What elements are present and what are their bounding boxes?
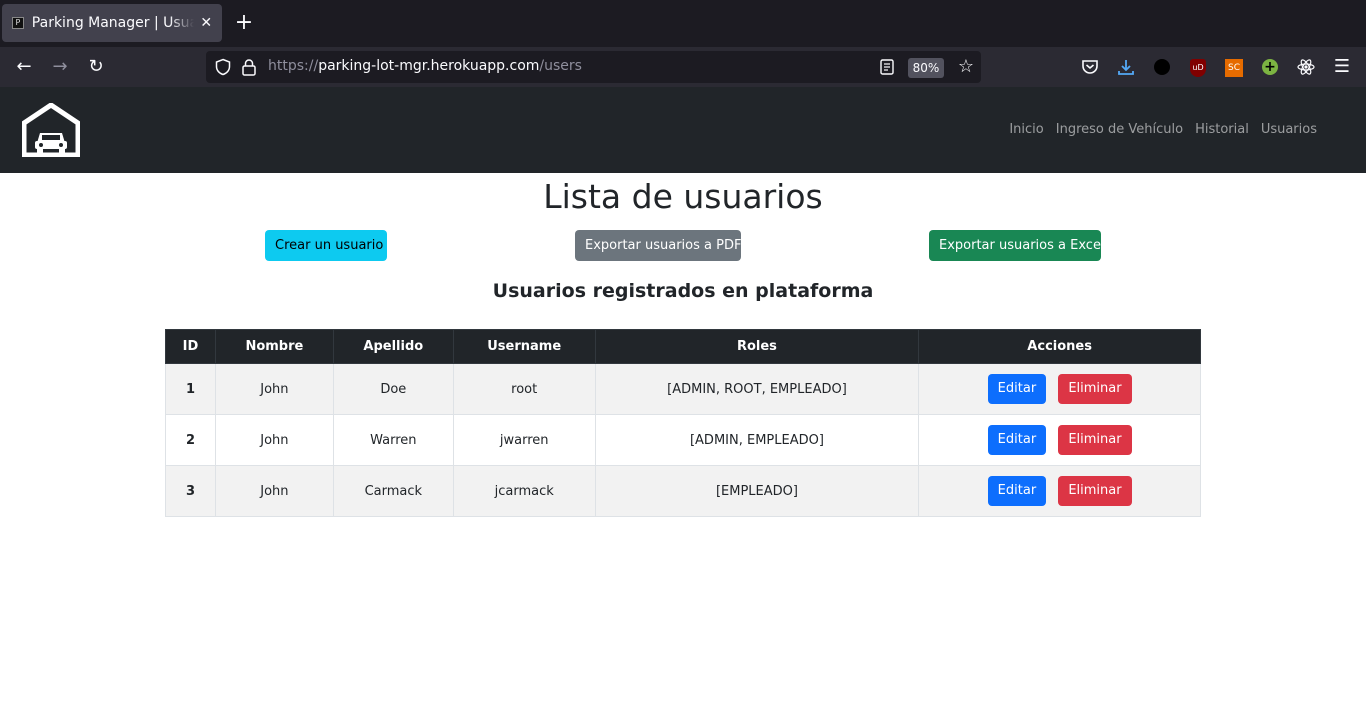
nav-link-ingreso-vehiculo[interactable]: Ingreso de Vehículo: [1052, 122, 1187, 137]
browser-tab-strip: P Parking Manager | Usuarios ✕ +: [0, 0, 1366, 47]
favicon-icon: P: [12, 17, 24, 29]
cell-acciones: Editar Eliminar: [918, 363, 1201, 415]
delete-user-button[interactable]: Eliminar: [1058, 425, 1132, 455]
pocket-icon[interactable]: [1080, 57, 1100, 77]
tab-title: Parking Manager | Usuarios: [31, 15, 195, 31]
section-subtitle: Usuarios registrados en plataforma: [492, 280, 874, 302]
sc-label: SC: [1225, 59, 1243, 77]
table-row: 1 John Doe root [ADMIN, ROOT, EMPLEADO] …: [165, 363, 1201, 415]
header-apellido: Apellido: [332, 329, 454, 364]
cell-username: jwarren: [452, 414, 596, 466]
cell-id: 2: [165, 414, 216, 466]
new-tab-icon[interactable]: +: [232, 12, 256, 36]
page-title: Lista de usuarios: [543, 177, 823, 216]
app-navbar: Inicio Ingreso de Vehículo Historial Usu…: [0, 87, 1366, 173]
cell-roles: [ADMIN, EMPLEADO]: [594, 414, 920, 466]
header-acciones: Acciones: [918, 329, 1201, 364]
reload-icon[interactable]: ↻: [84, 55, 108, 79]
nav-link-historial[interactable]: Historial: [1191, 122, 1253, 137]
ublock-label: uD: [1190, 59, 1206, 77]
url-bar[interactable]: https://parking-lot-mgr.herokuapp.com/us…: [206, 51, 981, 83]
cell-acciones: Editar Eliminar: [918, 414, 1201, 466]
shield-icon[interactable]: [214, 58, 232, 76]
reader-view-icon[interactable]: [880, 59, 894, 75]
close-tab-icon[interactable]: ✕: [198, 15, 214, 31]
bookmark-star-icon[interactable]: ☆: [956, 57, 976, 77]
cell-nombre: John: [214, 414, 334, 466]
cell-acciones: Editar Eliminar: [918, 465, 1201, 517]
url-scheme: https://: [268, 58, 319, 74]
cell-nombre: John: [214, 465, 334, 517]
header-id: ID: [165, 329, 216, 364]
url-path: /users: [539, 58, 582, 74]
plus-icon[interactable]: +: [1260, 57, 1280, 77]
cell-roles: [EMPLEADO]: [594, 465, 920, 517]
zoom-level-badge[interactable]: 80%: [908, 58, 944, 78]
back-icon[interactable]: ←: [12, 55, 36, 79]
ublock-icon[interactable]: uD: [1188, 57, 1208, 77]
cell-username: root: [452, 363, 596, 415]
cell-id: 1: [165, 363, 216, 415]
export-excel-button[interactable]: Exportar usuarios a Excel: [929, 230, 1105, 261]
url-host: parking-lot-mgr.herokuapp.com: [318, 58, 540, 74]
cell-username: jcarmack: [452, 465, 596, 517]
edit-user-button[interactable]: Editar: [987, 425, 1047, 455]
cell-apellido: Doe: [332, 363, 454, 415]
sc-icon[interactable]: SC: [1224, 57, 1244, 77]
lock-icon[interactable]: [241, 58, 257, 76]
table-row: 3 John Carmack jcarmack [EMPLEADO] Edita…: [165, 465, 1201, 517]
dark-reader-icon[interactable]: [1152, 57, 1172, 77]
cell-apellido: Warren: [332, 414, 454, 466]
edit-user-button[interactable]: Editar: [987, 476, 1047, 506]
header-username: Username: [452, 329, 596, 364]
table-header-row: ID Nombre Apellido Username Roles Accion…: [165, 329, 1201, 364]
browser-toolbar: ← → ↻ https://parking-lot-mgr.herokuapp.…: [0, 47, 1366, 87]
export-pdf-button[interactable]: Exportar usuarios a PDF: [575, 230, 741, 261]
forward-icon[interactable]: →: [48, 55, 72, 79]
cell-nombre: John: [214, 363, 334, 415]
nav-link-usuarios[interactable]: Usuarios: [1257, 122, 1321, 137]
nav-link-inicio[interactable]: Inicio: [1005, 122, 1047, 137]
browser-tab[interactable]: P Parking Manager | Usuarios ✕: [2, 4, 222, 42]
delete-user-button[interactable]: Eliminar: [1058, 476, 1132, 506]
menu-icon[interactable]: ☰: [1332, 57, 1352, 77]
delete-user-button[interactable]: Eliminar: [1058, 374, 1132, 404]
edit-user-button[interactable]: Editar: [987, 374, 1047, 404]
cell-id: 3: [165, 465, 216, 517]
create-user-button[interactable]: Crear un usuario: [265, 230, 387, 261]
app-nav-links: Inicio Ingreso de Vehículo Historial Usu…: [1001, 122, 1321, 137]
garage-logo-icon[interactable]: [22, 103, 80, 157]
cell-roles: [ADMIN, ROOT, EMPLEADO]: [594, 363, 920, 415]
users-table: ID Nombre Apellido Username Roles Accion…: [165, 329, 1201, 517]
cell-apellido: Carmack: [332, 465, 454, 517]
download-icon[interactable]: [1116, 57, 1136, 77]
header-nombre: Nombre: [214, 329, 334, 364]
react-icon[interactable]: [1296, 57, 1316, 77]
url-text[interactable]: https://parking-lot-mgr.herokuapp.com/us…: [268, 58, 582, 74]
header-roles: Roles: [594, 329, 920, 364]
table-row: 2 John Warren jwarren [ADMIN, EMPLEADO] …: [165, 414, 1201, 466]
